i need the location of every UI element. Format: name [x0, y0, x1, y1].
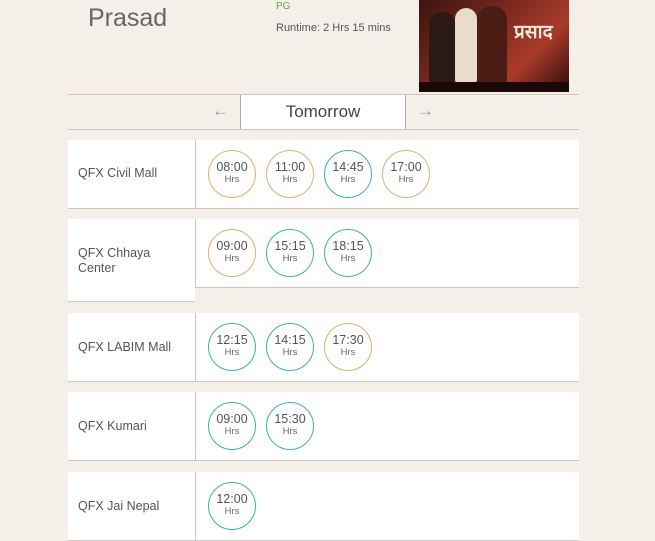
cinema-name: QFX Jai Nepal	[78, 499, 160, 513]
cinema-name: QFX LABIM Mall	[78, 340, 172, 354]
showtime-time: 15:30	[274, 412, 306, 426]
runtime-text: Runtime: 2 Hrs 15 mins	[276, 22, 391, 34]
showtime-time: 11:00	[274, 160, 306, 174]
cinema-row: QFX Chhaya Center 09:00 Hrs 15:15 Hrs 18:15 Hr…	[68, 219, 579, 302]
showtime-button[interactable]: 15:15 Hrs	[266, 229, 314, 277]
poster-credits-strip	[419, 82, 569, 92]
movie-poster[interactable]: प्रसाद	[419, 0, 569, 92]
cinema-name: QFX Kumari	[78, 419, 147, 433]
showtime-time: 17:00	[390, 160, 422, 174]
cinema-name: QFX Civil Mall	[78, 166, 158, 180]
showtime-button[interactable]: 12:15 Hrs	[208, 323, 256, 371]
showtime-unit: Hrs	[398, 174, 414, 185]
rating-badge: PG	[276, 1, 291, 12]
showtime-time: 08:00	[216, 160, 248, 174]
next-date-arrow-icon[interactable]: →	[417, 101, 434, 121]
showtime-unit: Hrs	[282, 174, 298, 185]
prev-date-arrow-icon[interactable]: ←	[212, 101, 229, 121]
showtime-button[interactable]: 15:30 Hrs	[266, 402, 314, 450]
cinema-row: QFX Jai Nepal 12:00 Hrs	[68, 472, 579, 541]
showtime-button[interactable]: 17:00 Hrs	[382, 150, 430, 198]
showtime-time: 18:15	[332, 239, 364, 253]
row-divider	[195, 219, 196, 287]
poster-figure	[477, 6, 507, 86]
movie-title: Prasad	[88, 4, 168, 32]
showtime-time: 09:00	[216, 239, 248, 253]
showtime-unit: Hrs	[282, 426, 298, 437]
cinema-name: QFX Chhaya Center	[78, 246, 151, 275]
showtime-time: 17:30	[332, 333, 364, 347]
showtime-time: 14:15	[274, 333, 306, 347]
showtime-time: 15:15	[274, 239, 306, 253]
poster-logo: प्रसाद	[514, 21, 553, 43]
showtime-button[interactable]: 09:00 Hrs	[208, 229, 256, 277]
cinema-row: QFX Kumari 09:00 Hrs 15:30 Hrs	[68, 392, 579, 461]
showtime-unit: Hrs	[282, 347, 298, 358]
showtime-button[interactable]: 11:00 Hrs	[266, 150, 314, 198]
cinema-row: QFX Civil Mall 08:00 Hrs 11:00 Hrs 14:45 Hrs 17…	[68, 140, 579, 209]
cinema-row: QFX LABIM Mall 12:15 Hrs 14:15 Hrs 17:30 Hrs	[68, 313, 579, 382]
showtime-unit: Hrs	[224, 426, 240, 437]
showtime-button[interactable]: 17:30 Hrs	[324, 323, 372, 371]
showtime-unit: Hrs	[224, 347, 240, 358]
row-divider	[195, 313, 196, 381]
showtime-button[interactable]: 09:00 Hrs	[208, 402, 256, 450]
showtime-unit: Hrs	[224, 174, 240, 185]
showtime-time: 09:00	[216, 412, 248, 426]
showtime-unit: Hrs	[340, 253, 356, 264]
showtime-button[interactable]: 14:15 Hrs	[266, 323, 314, 371]
showtime-button[interactable]: 12:00 Hrs	[208, 482, 256, 530]
showtime-unit: Hrs	[340, 347, 356, 358]
showtime-time: 12:15	[216, 333, 248, 347]
showtime-unit: Hrs	[282, 253, 298, 264]
showtime-time: 14:45	[332, 160, 364, 174]
poster-figure	[429, 12, 455, 82]
showtime-unit: Hrs	[340, 174, 356, 185]
showtime-button[interactable]: 18:15 Hrs	[324, 229, 372, 277]
row-divider	[195, 392, 196, 460]
showtime-unit: Hrs	[224, 506, 240, 517]
showtime-unit: Hrs	[224, 253, 240, 264]
showtime-time: 12:00	[216, 492, 248, 506]
date-tab-tomorrow[interactable]: Tomorrow	[240, 95, 406, 129]
row-divider	[195, 140, 196, 208]
row-divider	[195, 472, 196, 540]
showtime-button[interactable]: 14:45 Hrs	[324, 150, 372, 198]
poster-figure	[455, 8, 477, 82]
showtime-button[interactable]: 08:00 Hrs	[208, 150, 256, 198]
date-bar-bottom-divider	[68, 129, 579, 130]
